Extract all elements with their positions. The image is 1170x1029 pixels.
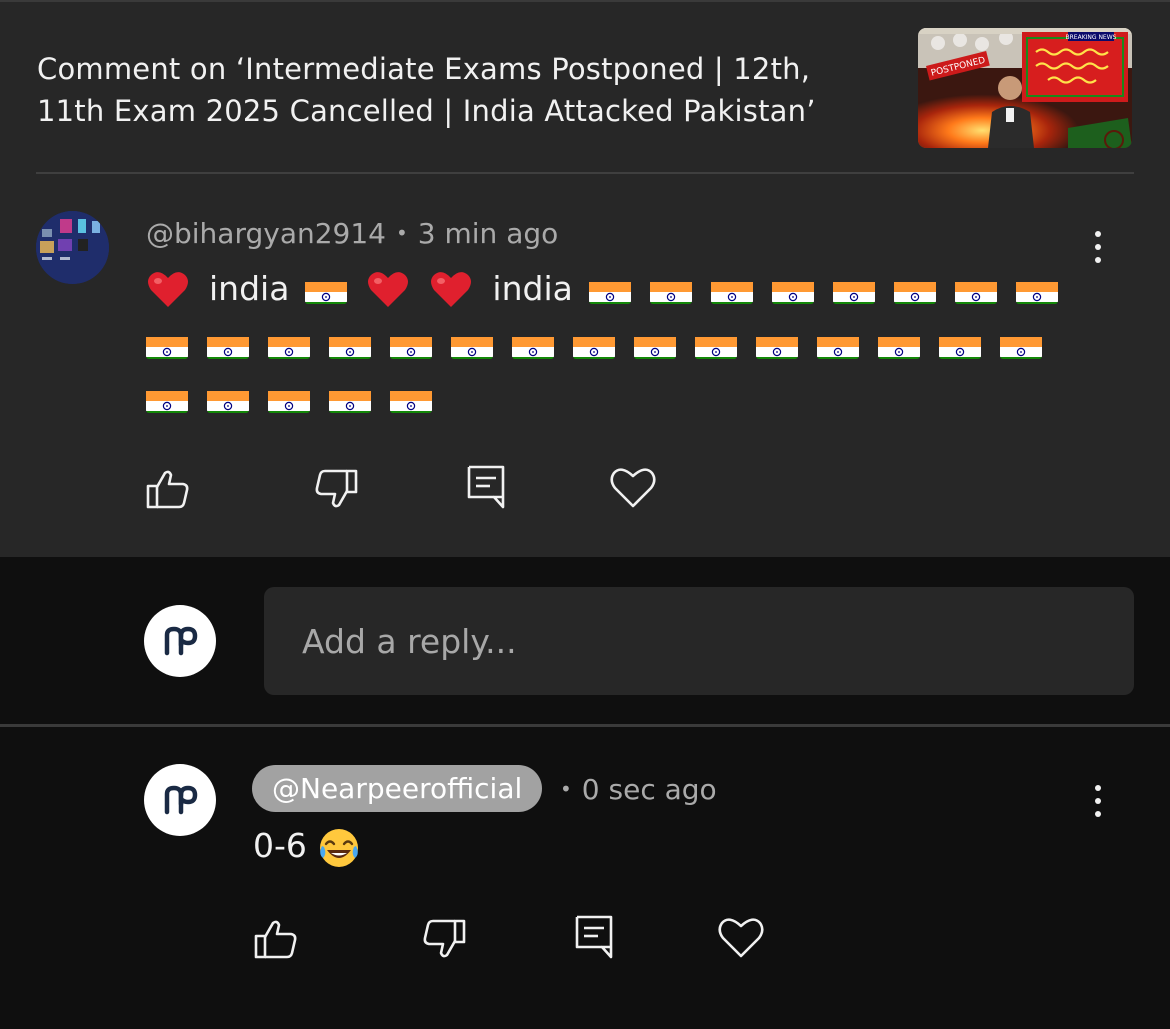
reply-body: 0-6 [253,826,307,865]
india-flag-emoji [329,383,371,413]
india-flag-emoji [207,383,249,413]
avatar[interactable] [36,211,109,284]
india-flag-emoji [878,329,920,359]
india-flag-emoji [305,274,348,304]
india-flag-emoji [817,329,859,359]
heart-outline-icon[interactable] [717,914,764,960]
india-flag-emoji [207,329,249,359]
more-options-icon[interactable] [1092,228,1104,268]
india-flag-emoji [1000,329,1042,359]
india-flag-emoji [573,329,615,359]
thumbnail-image: BREAKING NEWS POSTPONED [918,28,1132,148]
comment-icon[interactable] [572,914,618,960]
india-flag-emoji [954,274,997,304]
comment-panel: Comment on ‘Intermediate Exams Postponed… [0,0,1170,557]
thumbs-up-icon[interactable] [253,916,299,962]
comment-meta: @bihargyan2914 • 3 min ago [146,214,558,256]
comment-author[interactable]: @bihargyan2914 [146,217,386,250]
comment-text: india india [146,260,1086,424]
thumbs-up-icon[interactable] [145,466,191,512]
india-flag-emoji [390,383,432,413]
comment-word: india [209,268,290,308]
india-flag-emoji [771,274,814,304]
avatar[interactable] [144,605,216,677]
india-flag-emoji [939,329,981,359]
india-flag-emoji [146,329,188,359]
tears-of-joy-emoji [317,826,361,870]
india-flag-emoji [695,329,737,359]
svg-text:BREAKING NEWS: BREAKING NEWS [1066,34,1117,41]
india-flag-emoji [451,329,493,359]
nearpeer-logo-icon [164,785,198,815]
reply-text: 0-6 [253,824,361,870]
comment-icon[interactable] [464,464,510,510]
separator-dot: • [560,777,572,801]
section-divider [0,724,1170,727]
india-flag-emoji [649,274,692,304]
india-flag-emoji [832,274,875,304]
red-heart-emoji [429,269,473,309]
india-flag-emoji [268,329,310,359]
india-flag-emoji [710,274,753,304]
comment-time: 3 min ago [417,217,559,250]
avatar-image [36,211,109,284]
reply-author[interactable]: @Nearpeerofficial [252,765,543,812]
india-flag-emoji [588,274,631,304]
separator-dot: • [395,221,408,245]
india-flag-emoji [1015,274,1058,304]
india-flag-emoji [329,329,371,359]
india-flag-emoji [146,383,188,413]
video-thumbnail[interactable]: BREAKING NEWS POSTPONED [918,28,1132,148]
india-flag-emoji [512,329,554,359]
reply-meta: • 0 sec ago [560,770,717,812]
red-heart-emoji [146,269,190,309]
thumbs-down-icon[interactable] [313,466,359,512]
nearpeer-logo-icon [164,626,198,656]
page-title: Comment on ‘Intermediate Exams Postponed… [37,52,816,128]
india-flag-emoji [390,329,432,359]
header-divider [36,172,1134,174]
india-flag-emoji [634,329,676,359]
india-flag-emoji [268,383,310,413]
avatar[interactable] [144,764,216,836]
comment-word: india [492,268,573,308]
reply-input[interactable] [264,587,1134,695]
thumbs-down-icon[interactable] [421,916,467,962]
india-flag-emoji [893,274,936,304]
heart-outline-icon[interactable] [609,464,656,510]
reply-time: 0 sec ago [581,773,717,806]
red-heart-emoji [366,269,410,309]
more-options-icon[interactable] [1092,782,1104,822]
india-flag-emoji [756,329,798,359]
